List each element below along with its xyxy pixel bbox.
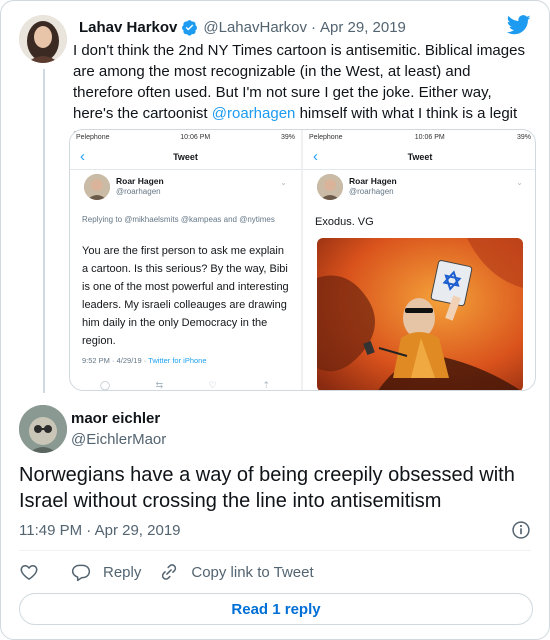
twitter-bird-icon[interactable] <box>507 15 531 35</box>
screenshot-author-name: Roar Hagen <box>116 176 164 186</box>
screenshot-tweet-body: You are the first person to ask me expla… <box>82 245 289 347</box>
author-handle[interactable]: @LahavHarkov <box>203 19 307 36</box>
parent-tweet-header: Lahav Harkov @LahavHarkov · Apr 29, 2019 <box>79 17 529 37</box>
maor-eichler-avatar[interactable] <box>19 405 67 453</box>
screenshot-timestamp: 9:52 PM · 4/29/19 · Twitter for iPhone <box>82 356 207 365</box>
screenshot-author-handle: @roarhagen <box>116 187 161 196</box>
reply-timestamp-link[interactable]: 11:49 PM · Apr 29, 2019 <box>19 522 181 539</box>
reply-time: 11:49 PM <box>19 522 83 539</box>
heart-icon <box>20 565 38 580</box>
link-chain-icon <box>162 564 177 580</box>
media-image-right[interactable]: Pelephone 10:06 PM 39% ‹ Tweet Roar Hage… <box>303 130 535 390</box>
back-chevron-icon: ‹ <box>313 148 318 165</box>
comment-bubble-icon <box>71 564 91 582</box>
roar-hagen-avatar <box>84 174 110 200</box>
battery-label: 39% <box>516 133 531 141</box>
reply-button[interactable]: Reply <box>71 562 141 582</box>
actions-divider <box>19 550 531 551</box>
info-icon[interactable] <box>511 520 531 540</box>
screenshot-caption: Exodus. VG <box>315 216 374 228</box>
lahav-harkov-avatar[interactable] <box>19 15 67 63</box>
reply-author-name[interactable]: maor eichler <box>71 410 160 427</box>
nav-title: Tweet <box>407 151 433 162</box>
read-replies-button[interactable]: Read 1 reply <box>19 593 533 625</box>
clock-label: 10:06 PM <box>414 133 445 141</box>
reply-meta-separator: · <box>86 522 92 539</box>
reply-icon: ◯ <box>100 380 111 390</box>
thread-connector-line <box>43 69 45 393</box>
reply-label: Reply <box>103 563 142 581</box>
screenshot-author-handle: @roarhagen <box>349 187 394 196</box>
back-chevron-icon: ‹ <box>80 148 85 165</box>
phone-nav-bar: ‹ Tweet <box>303 144 535 170</box>
retweet-icon: ⇆ <box>155 380 164 390</box>
nav-title: Tweet <box>173 151 198 162</box>
mention-link-roarhagen[interactable]: @roarhagen <box>212 105 296 122</box>
reply-author-handle[interactable]: @EichlerMaor <box>71 431 166 448</box>
media-image-left[interactable]: Pelephone 10:06 PM 39% ‹ Tweet Roar Hage… <box>70 130 301 390</box>
like-button[interactable] <box>19 562 39 582</box>
roar-hagen-avatar <box>317 174 343 200</box>
verified-badge-icon <box>182 19 198 36</box>
phone-status-bar: Pelephone 10:06 PM 39% <box>70 130 301 144</box>
reply-date: Apr 29, 2019 <box>94 522 181 539</box>
screenshot-client: Twitter for iPhone <box>148 356 207 365</box>
tweet-date-link[interactable]: Apr 29, 2019 <box>320 19 406 36</box>
share-icon: ⇡ <box>262 380 270 390</box>
phone-nav-bar: ‹ Tweet <box>70 144 301 170</box>
like-icon: ♡ <box>208 380 217 390</box>
copy-link-label: Copy link to Tweet <box>191 563 314 581</box>
chevron-down-icon: ⌄ <box>516 178 523 187</box>
screenshot-author-name: Roar Hagen <box>349 176 397 186</box>
clock-label: 10:06 PM <box>180 133 211 141</box>
tweet-actions-bar: Reply Copy link to Tweet <box>19 561 314 583</box>
carrier-label: Pelephone <box>309 133 343 141</box>
tweet-embed-card: Lahav Harkov @LahavHarkov · Apr 29, 2019… <box>0 0 550 640</box>
screenshot-action-icons: ◯ ⇆ ♡ ⇡ <box>100 380 270 390</box>
phone-status-bar: Pelephone 10:06 PM 39% <box>303 130 535 144</box>
header-separator: · <box>311 18 316 36</box>
carrier-label: Pelephone <box>76 133 110 141</box>
author-name[interactable]: Lahav Harkov <box>79 19 177 36</box>
replying-to-text: Replying to @mikhaelsmits @kampeas and @… <box>82 215 275 224</box>
reply-tweet-text: Norwegians have a way of being creepily … <box>19 464 515 512</box>
tweet-media-grid[interactable]: Pelephone 10:06 PM 39% ‹ Tweet Roar Hage… <box>69 129 536 391</box>
screenshot-time-text: 9:52 PM · 4/29/19 · <box>82 356 149 365</box>
copy-link-button[interactable]: Copy link to Tweet <box>159 562 314 582</box>
battery-label: 39% <box>280 133 295 141</box>
chevron-down-icon: ⌄ <box>280 178 287 187</box>
cartoon-illustration: ​ <box>317 238 523 390</box>
